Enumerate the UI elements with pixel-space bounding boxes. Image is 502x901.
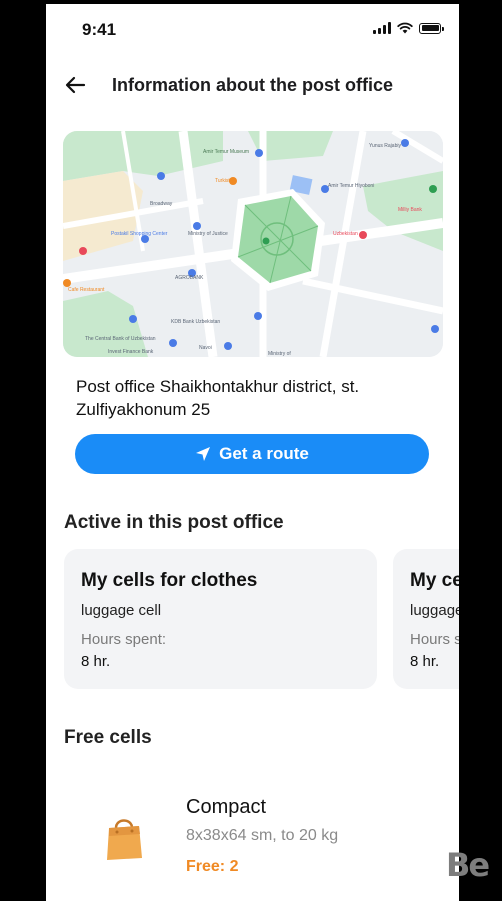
status-bar: 9:41	[46, 4, 459, 54]
arrow-left-icon[interactable]	[62, 72, 90, 98]
battery-icon	[419, 22, 444, 34]
get-route-label: Get a route	[219, 444, 309, 463]
map-label: Postakil Shopping Center	[111, 231, 168, 237]
map-label: Turkiston	[215, 178, 236, 184]
free-cell-size: 8x38x64 sm, to 20 kg	[186, 827, 339, 844]
card-hours-label: Hours spent:	[410, 631, 459, 648]
shopping-bag-icon	[107, 819, 142, 860]
card-cell-type: luggage cell	[81, 602, 162, 619]
get-route-button[interactable]: Get a route	[75, 434, 429, 474]
map-label: Amir Temur Hiyoboni	[328, 183, 375, 189]
map-label: Uzbekistan	[333, 231, 358, 237]
card-title: My cells for clothes	[81, 570, 258, 591]
card-title: My cells for clothes	[410, 570, 459, 591]
map-label: Cafe Restaurant	[68, 287, 105, 293]
phone-screen: 9:41 Information about the post office A…	[46, 4, 459, 901]
active-section-title: Active in this post office	[64, 512, 284, 533]
signal-icon	[373, 22, 391, 34]
status-time: 9:41	[82, 20, 117, 39]
map-label: Ministry of	[268, 351, 291, 357]
map-label: Navoi	[199, 345, 212, 351]
map-label: AGROBANK	[175, 275, 204, 281]
map-label: Yunus Rajabiy	[369, 143, 401, 149]
watermark-text: Be	[446, 846, 490, 884]
card-hours-label: Hours spent:	[81, 631, 167, 648]
active-cell-card[interactable]: My cells for clothes luggage cell Hours …	[64, 549, 377, 689]
post-office-address: Post office Shaikhontakhur district, st.…	[76, 377, 360, 419]
map[interactable]: Amir Temur Museum Yunus Rajabiy Broadway…	[63, 131, 443, 357]
navigation-arrow-icon	[196, 447, 211, 461]
active-cell-card[interactable]: My cells for clothes luggage cell Hours …	[393, 549, 459, 689]
page-title: Information about the post office	[112, 75, 393, 95]
map-label: Ministry of Justice	[188, 231, 228, 237]
free-cell-count: Free: 2	[186, 858, 239, 875]
wifi-icon	[397, 22, 413, 34]
map-label: KDB Bank Uzbekistan	[171, 319, 221, 325]
card-hours-value: 8 hr.	[81, 653, 111, 670]
map-label: The Central Bank of Uzbekistan	[85, 336, 156, 342]
status-icons	[373, 22, 444, 34]
header: Information about the post office	[46, 62, 459, 108]
map-label: Broadway	[150, 201, 173, 207]
free-cell-name: Compact	[186, 796, 267, 818]
card-cell-type: luggage cell	[410, 602, 459, 619]
map-label: Amir Temur Museum	[203, 149, 250, 155]
map-label: Milliy Bank	[398, 207, 422, 213]
free-cells-title: Free cells	[64, 727, 152, 748]
map-label: Invest Finance Bank	[108, 349, 154, 355]
card-hours-value: 8 hr.	[410, 653, 440, 670]
behance-logo-icon: Be	[446, 845, 494, 885]
